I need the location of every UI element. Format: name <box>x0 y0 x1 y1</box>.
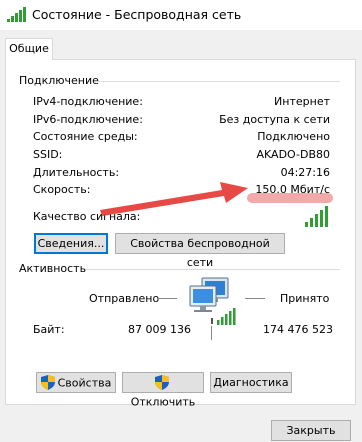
uac-shield-icon <box>40 374 55 390</box>
received-bytes-value: 174 476 523 <box>263 323 333 336</box>
wireless-signal-icon <box>7 7 26 22</box>
ssid-value: AKADO-DB80 <box>256 148 331 161</box>
tab-general[interactable]: Общие <box>5 38 53 60</box>
activity-section-label: Активность <box>19 262 87 275</box>
received-label: Принято <box>280 292 330 305</box>
duration-label: Длительность: <box>33 166 120 179</box>
window-title: Состояние - Беспроводная сеть <box>32 7 242 22</box>
details-button[interactable]: Сведения... <box>34 233 108 254</box>
properties-button[interactable]: Свойства <box>36 372 116 393</box>
activity-separator <box>211 326 212 340</box>
close-button[interactable]: Закрыть <box>271 420 351 441</box>
disconnect-button-label: Отключить <box>130 395 196 409</box>
received-line <box>245 298 265 299</box>
title-bar: Состояние - Беспроводная сеть <box>0 0 362 30</box>
sent-label: Отправлено <box>89 292 160 305</box>
ipv6-label: IPv6-подключение: <box>33 113 143 126</box>
tab-panel <box>5 59 356 405</box>
speed-label: Скорость: <box>33 183 91 196</box>
speed-value: 150.0 Мбит/с <box>255 183 330 196</box>
connection-section-label: Подключение <box>19 74 99 87</box>
sent-bytes-value: 87 009 136 <box>128 323 191 336</box>
disconnect-button[interactable]: Отключить <box>122 372 204 409</box>
signal-strength-icon <box>305 206 328 227</box>
properties-button-label: Свойства <box>57 376 112 390</box>
media-state-value: Подключено <box>257 130 330 143</box>
sent-line <box>157 298 177 299</box>
duration-value: 04:27:16 <box>280 166 330 179</box>
ssid-label: SSID: <box>33 148 63 161</box>
ipv4-label: IPv4-подключение: <box>33 95 143 108</box>
signal-quality-label: Качество сигнала: <box>33 210 141 223</box>
ipv6-value: Без доступа к сети <box>219 113 330 126</box>
ipv4-value: Интернет <box>274 95 330 108</box>
bytes-label: Байт: <box>33 323 65 336</box>
media-state-label: Состояние среды: <box>33 130 138 143</box>
activity-divider <box>86 269 340 270</box>
diagnostics-button[interactable]: Диагностика <box>210 372 292 393</box>
uac-shield-icon <box>154 374 169 390</box>
connection-divider <box>96 81 340 82</box>
wireless-properties-button[interactable]: Свойства беспроводной сети <box>115 233 285 269</box>
network-computers-icon <box>189 277 236 325</box>
